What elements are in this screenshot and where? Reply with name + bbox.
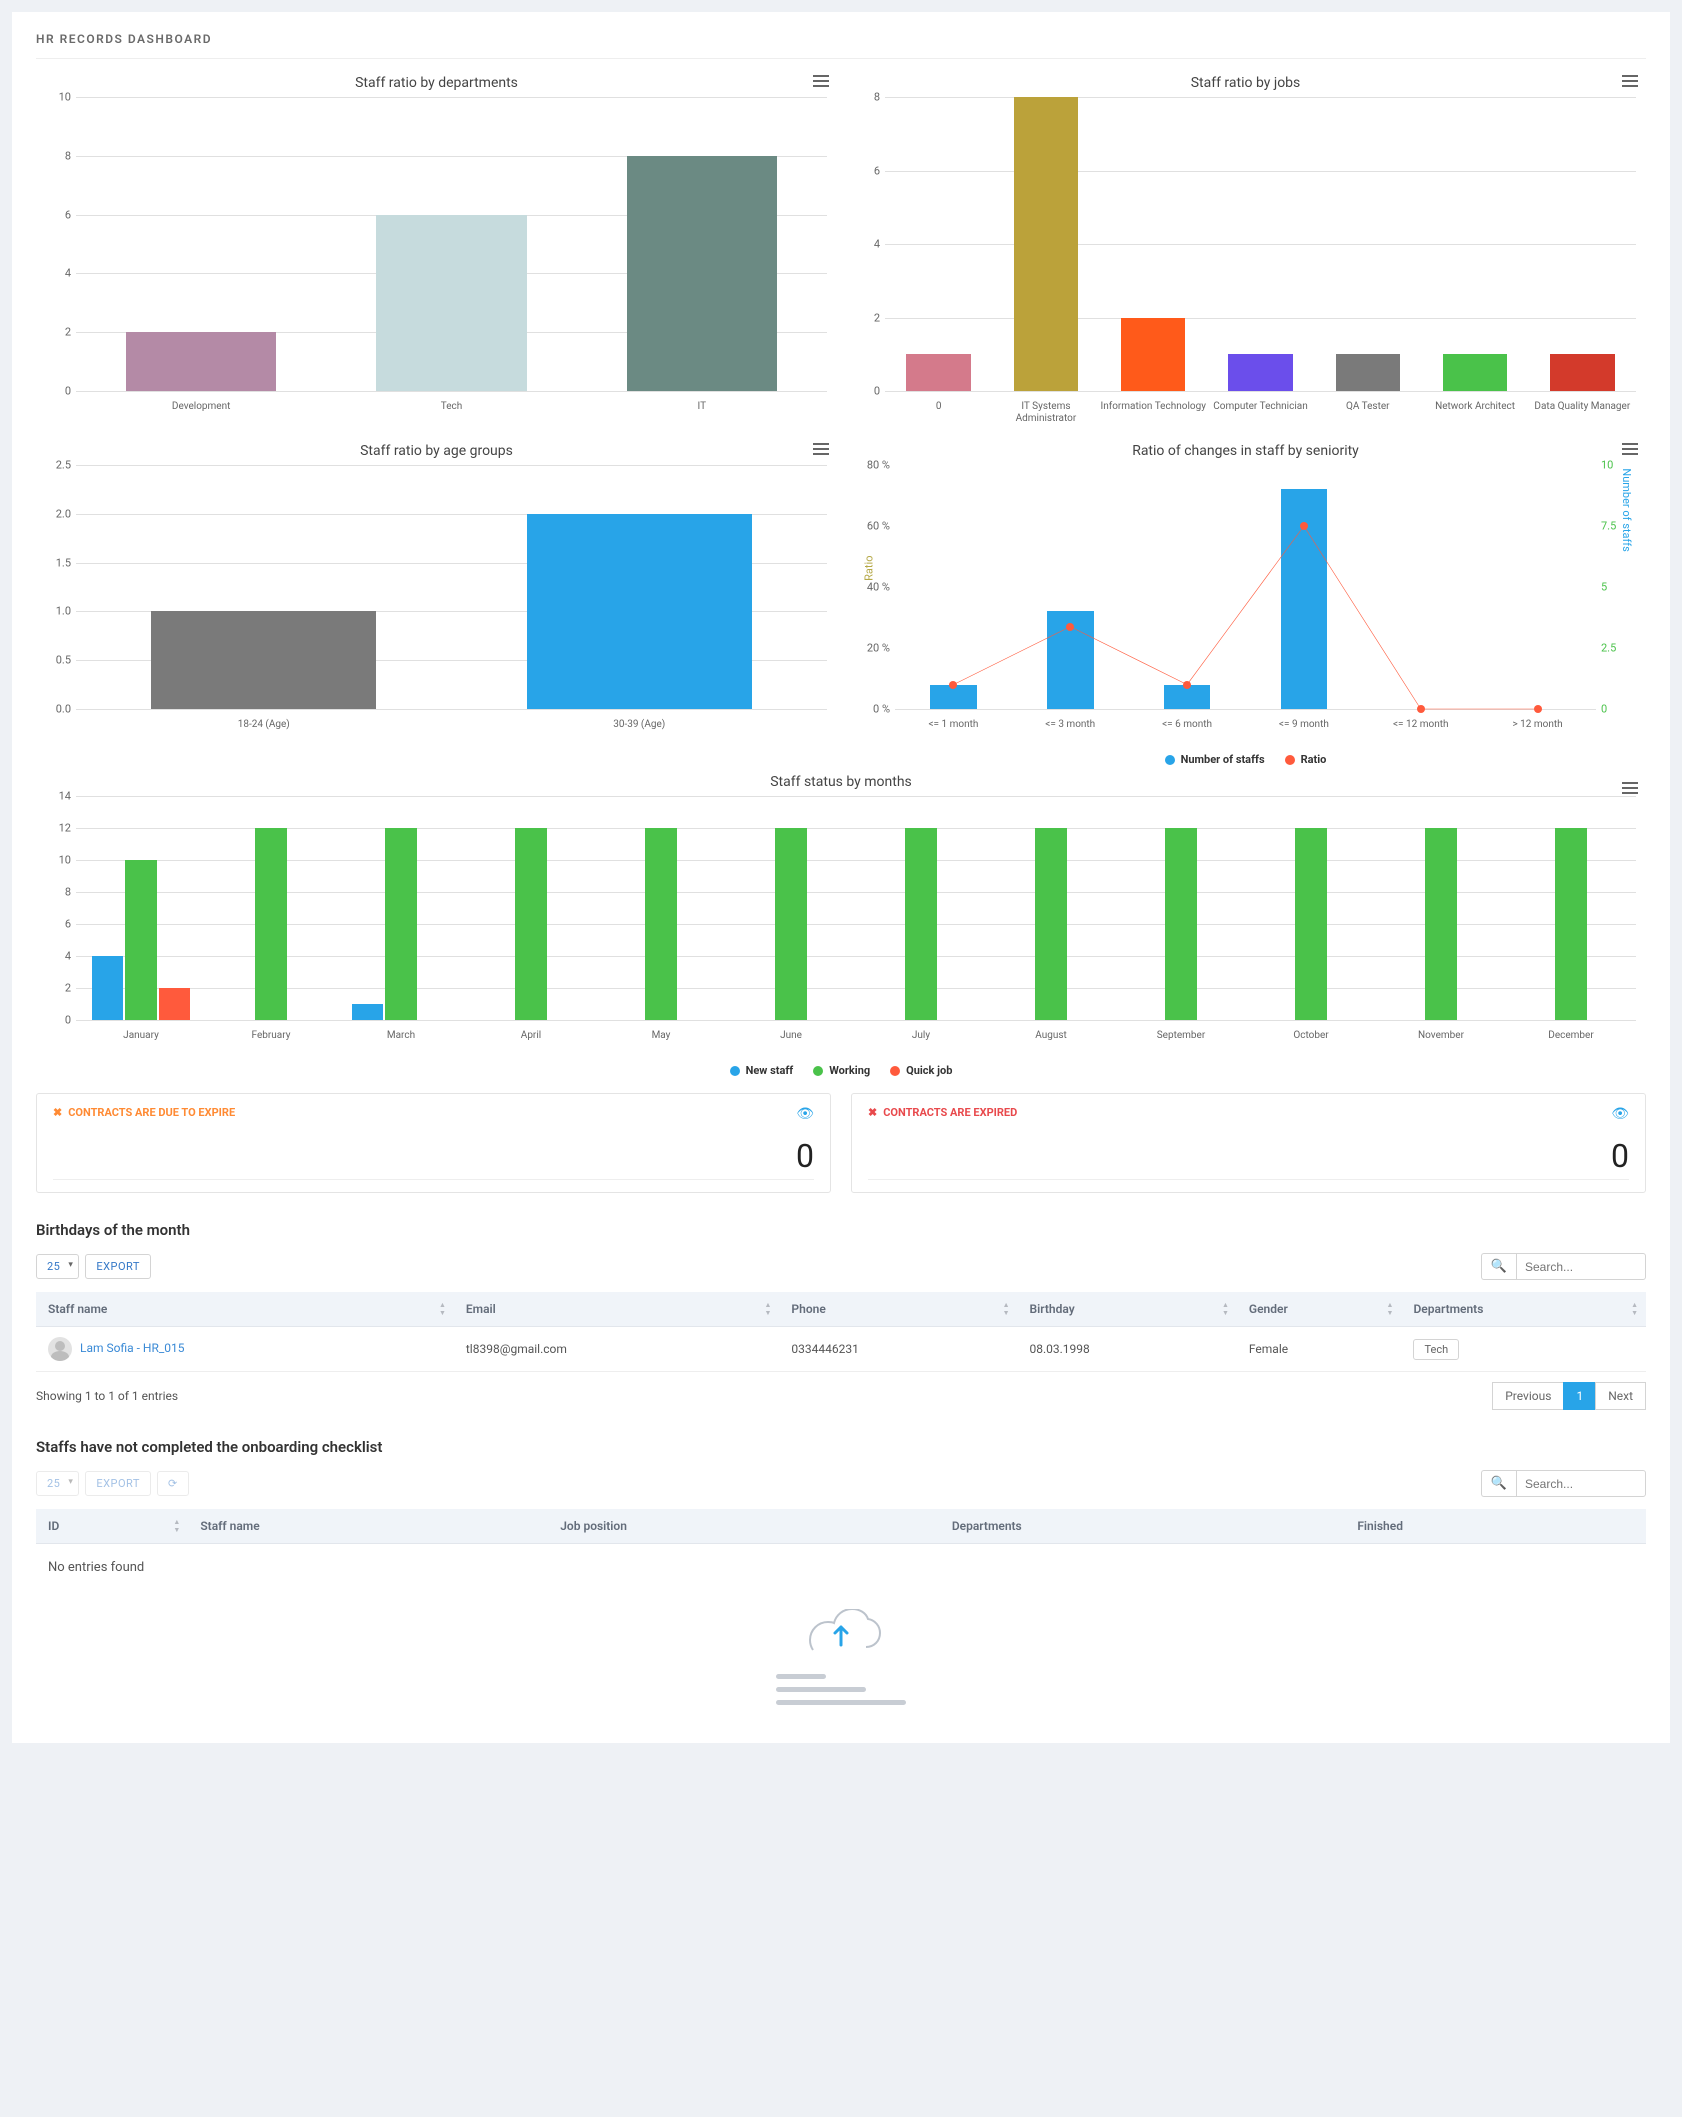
hamburger-icon[interactable] — [1622, 75, 1638, 87]
cell-phone: 0334446231 — [779, 1327, 1017, 1372]
col-email[interactable]: Email▲▼ — [454, 1292, 780, 1327]
export-button[interactable]: EXPORT — [85, 1471, 151, 1496]
chart-staff-months: Staff status by months 02468101214Januar… — [36, 774, 1646, 1077]
col-gender[interactable]: Gender▲▼ — [1237, 1292, 1402, 1327]
section-onboarding-title: Staffs have not completed the onboarding… — [36, 1438, 1646, 1456]
legend-item: Working — [813, 1064, 870, 1077]
legend-item: Number of staffs — [1165, 753, 1265, 766]
card-value: 0 — [868, 1137, 1629, 1180]
onboarding-table: ID▲▼ Staff name Job position Departments… — [36, 1509, 1646, 1544]
chart-title: Staff ratio by jobs — [845, 75, 1646, 91]
legend-item: Ratio — [1285, 753, 1327, 766]
col-phone[interactable]: Phone▲▼ — [779, 1292, 1017, 1327]
pager-prev[interactable]: Previous — [1492, 1382, 1564, 1410]
page-title: HR RECORDS DASHBOARD — [36, 32, 1646, 59]
search-input[interactable] — [1516, 1470, 1646, 1497]
eye-icon[interactable]: 👁 — [1611, 1106, 1629, 1122]
pager-page-1[interactable]: 1 — [1563, 1382, 1596, 1410]
x-icon: ✖ — [868, 1106, 877, 1119]
table-row: Lam Sofia - HR_015 tl8398@gmail.com 0334… — [36, 1327, 1646, 1372]
hamburger-icon[interactable] — [813, 443, 829, 455]
search-icon[interactable]: 🔍 — [1481, 1470, 1516, 1497]
card-contracts-expired: ✖CONTRACTS ARE EXPIRED 👁 0 — [851, 1093, 1646, 1193]
eye-icon[interactable]: 👁 — [796, 1106, 814, 1122]
avatar — [48, 1337, 72, 1361]
section-birthdays-title: Birthdays of the month — [36, 1221, 1646, 1239]
col-finished[interactable]: Finished — [1345, 1509, 1646, 1544]
table-summary: Showing 1 to 1 of 1 entries — [36, 1389, 178, 1403]
chart-staff-departments: Staff ratio by departments 0246810Develo… — [36, 67, 837, 427]
hamburger-icon[interactable] — [1622, 443, 1638, 455]
card-title: ✖CONTRACTS ARE EXPIRED — [868, 1106, 1629, 1119]
staff-link[interactable]: Lam Sofia - HR_015 — [80, 1341, 185, 1355]
col-id[interactable]: ID▲▼ — [36, 1509, 188, 1544]
no-entries-message: No entries found — [36, 1544, 1646, 1591]
cell-birthday: 08.03.1998 — [1018, 1327, 1237, 1372]
cell-email: tl8398@gmail.com — [454, 1327, 780, 1372]
col-birthday[interactable]: Birthday▲▼ — [1018, 1292, 1237, 1327]
export-button[interactable]: EXPORT — [85, 1254, 151, 1279]
chart-staff-jobs: Staff ratio by jobs 024680IT Systems Adm… — [845, 67, 1646, 427]
card-title: ✖CONTRACTS ARE DUE TO EXPIRE — [53, 1106, 814, 1119]
chart-staff-seniority: Ratio of changes in staff by seniority 0… — [845, 435, 1646, 766]
dept-tag: Tech — [1413, 1339, 1459, 1360]
chart-title: Staff status by months — [36, 774, 1646, 790]
chart-staff-age: Staff ratio by age groups 0.00.51.01.52.… — [36, 435, 837, 766]
cell-gender: Female — [1237, 1327, 1402, 1372]
refresh-button[interactable]: ⟳ — [157, 1471, 189, 1496]
pager-next[interactable]: Next — [1595, 1382, 1646, 1410]
col-dept[interactable]: Departments▲▼ — [1401, 1292, 1646, 1327]
search-input[interactable] — [1516, 1253, 1646, 1280]
card-contracts-due: ✖CONTRACTS ARE DUE TO EXPIRE 👁 0 — [36, 1093, 831, 1193]
card-value: 0 — [53, 1137, 814, 1180]
x-icon: ✖ — [53, 1106, 62, 1119]
page-size-select[interactable]: 25 — [36, 1471, 79, 1496]
chart-title: Staff ratio by age groups — [36, 443, 837, 459]
birthdays-table: Staff name▲▼ Email▲▼ Phone▲▼ Birthday▲▼ … — [36, 1292, 1646, 1372]
legend-item: Quick job — [890, 1064, 952, 1077]
chart-title: Staff ratio by departments — [36, 75, 837, 91]
col-dept[interactable]: Departments — [940, 1509, 1346, 1544]
col-job[interactable]: Job position — [548, 1509, 940, 1544]
upload-illustration — [36, 1591, 1646, 1723]
pager: Previous 1 Next — [1493, 1382, 1646, 1410]
search-icon[interactable]: 🔍 — [1481, 1253, 1516, 1280]
page-size-select[interactable]: 25 — [36, 1254, 79, 1279]
chart-title: Ratio of changes in staff by seniority — [845, 443, 1646, 459]
hamburger-icon[interactable] — [1622, 782, 1638, 794]
col-staff[interactable]: Staff name — [188, 1509, 548, 1544]
col-staff[interactable]: Staff name▲▼ — [36, 1292, 454, 1327]
hamburger-icon[interactable] — [813, 75, 829, 87]
legend-item: New staff — [730, 1064, 794, 1077]
